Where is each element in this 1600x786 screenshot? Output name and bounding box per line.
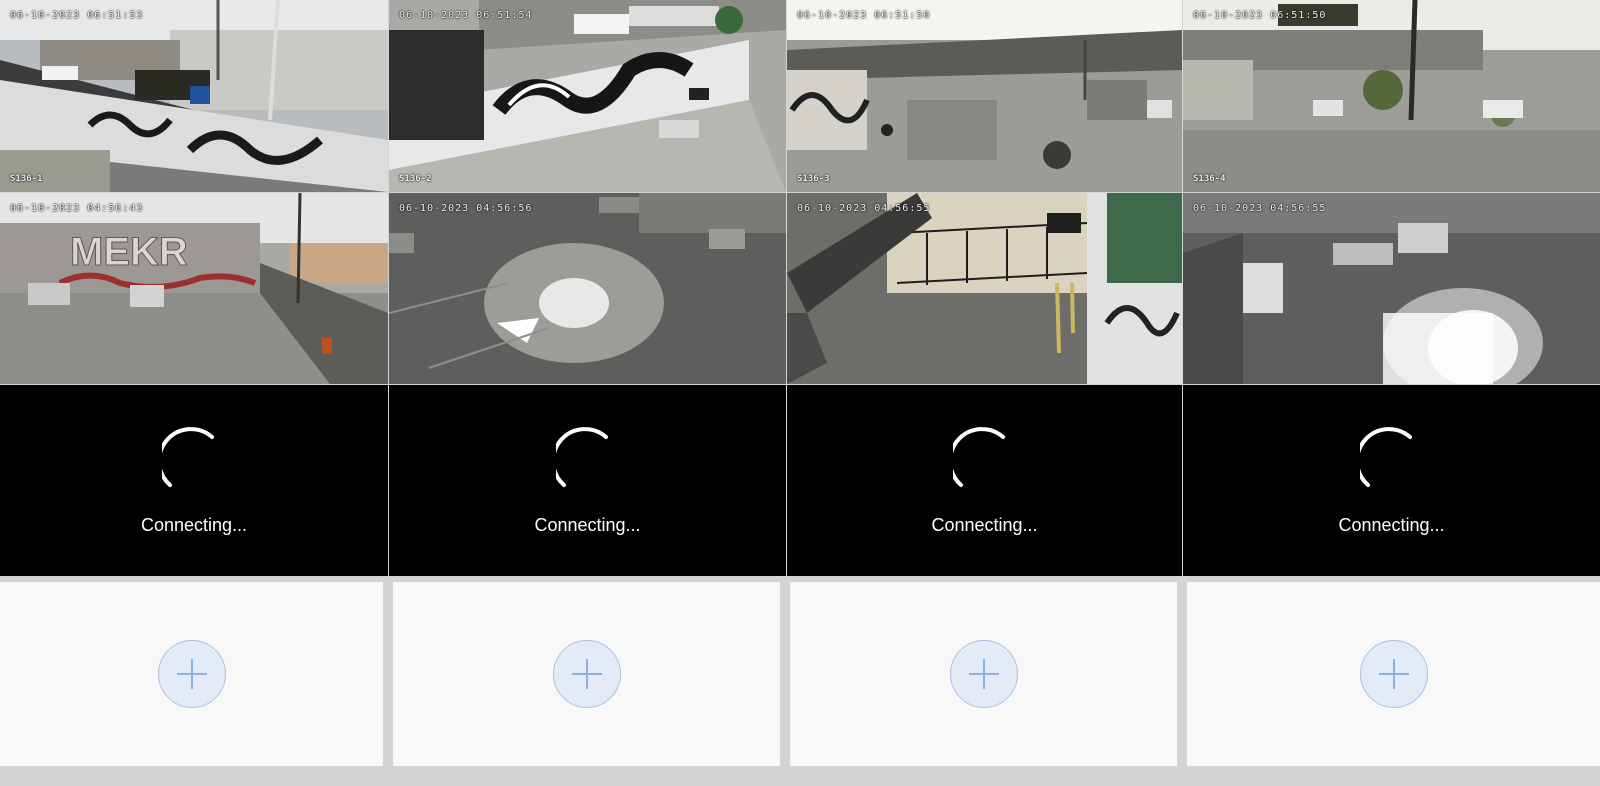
- camera-timestamp: 06-10-2023 06:51:54: [399, 10, 533, 21]
- plus-icon: [968, 659, 999, 689]
- camera-feed-image: MEKR: [0, 193, 388, 384]
- camera-feed-image: [1183, 193, 1600, 384]
- connecting-tile-2[interactable]: Connecting...: [389, 385, 786, 576]
- camera-tile-8[interactable]: 06-10-2023 04:56:55: [1183, 193, 1600, 384]
- add-camera-button[interactable]: [552, 640, 621, 708]
- add-camera-button[interactable]: [1359, 640, 1428, 708]
- camera-label: S136-4: [1193, 174, 1226, 184]
- connecting-tile-4[interactable]: Connecting...: [1183, 385, 1600, 576]
- camera-tile-6[interactable]: 06-10-2023 04:56:56: [389, 193, 786, 384]
- camera-timestamp: 06-10-2023 06:51:50: [797, 10, 931, 21]
- add-camera-button[interactable]: [949, 640, 1018, 708]
- camera-timestamp: 06-10-2023 06:51:50: [1193, 10, 1327, 21]
- plus-icon: [1378, 659, 1409, 689]
- connecting-label: Connecting...: [534, 515, 641, 535]
- camera-timestamp: 06-10-2023 04:56:43: [10, 203, 144, 214]
- camera-timestamp: 06-10-2023 04:56:55: [1193, 203, 1327, 214]
- camera-feed-image: [1183, 0, 1600, 192]
- empty-slot-4: [1187, 582, 1600, 766]
- loading-spinner-icon: [952, 427, 1005, 487]
- empty-slot-3: [790, 582, 1177, 766]
- connecting-tile-3[interactable]: Connecting...: [787, 385, 1182, 576]
- empty-slot-2: [393, 582, 780, 766]
- camera-label: S136-1: [10, 174, 43, 184]
- add-camera-button[interactable]: [157, 640, 226, 708]
- svg-text:MEKR: MEKR: [70, 230, 188, 274]
- loading-spinner-icon: [555, 427, 608, 487]
- camera-tile-5[interactable]: MEKR 06-10-2023 04:56:43: [0, 193, 388, 384]
- camera-grid: 06-10-2023 06:51:53 S136-1 06-10-2023 06…: [0, 0, 1600, 786]
- camera-tile-3[interactable]: 06-10-2023 06:51:50 S136-3: [787, 0, 1182, 192]
- camera-timestamp: 06-10-2023 04:56:56: [399, 203, 533, 214]
- camera-label: S136-2: [399, 174, 432, 184]
- camera-label: S136-3: [797, 174, 830, 184]
- loading-spinner-icon: [1359, 427, 1412, 487]
- empty-slot-1: [0, 582, 383, 766]
- camera-feed-image: [389, 0, 786, 192]
- connecting-label: Connecting...: [140, 515, 248, 535]
- camera-feed-image: [389, 193, 786, 384]
- camera-timestamp: 06-10-2023 04:56:55: [797, 203, 931, 214]
- camera-tile-2[interactable]: 06-10-2023 06:51:54 S136-2: [389, 0, 786, 192]
- connecting-label: Connecting...: [931, 515, 1038, 535]
- camera-feed-image: [787, 193, 1182, 384]
- camera-feed-image: [0, 0, 388, 192]
- camera-tile-4[interactable]: 06-10-2023 06:51:50 S136-4: [1183, 0, 1600, 192]
- camera-tile-7[interactable]: 06-10-2023 04:56:55: [787, 193, 1182, 384]
- camera-tile-1[interactable]: 06-10-2023 06:51:53 S136-1: [0, 0, 388, 192]
- plus-icon: [571, 659, 602, 689]
- camera-feed-image: [787, 0, 1182, 192]
- plus-icon: [176, 659, 207, 689]
- loading-spinner-icon: [162, 427, 214, 487]
- connecting-tile-1[interactable]: Connecting...: [0, 385, 388, 576]
- connecting-label: Connecting...: [1338, 515, 1445, 535]
- camera-timestamp: 06-10-2023 06:51:53: [10, 10, 144, 21]
